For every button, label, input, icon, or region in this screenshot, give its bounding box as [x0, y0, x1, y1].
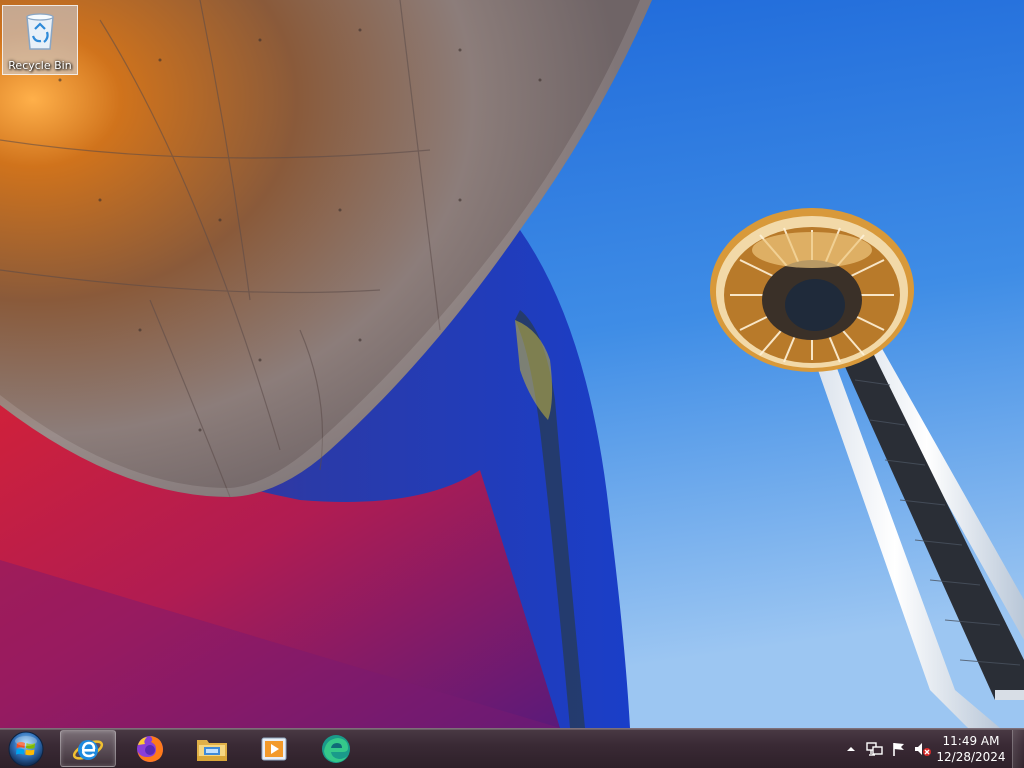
- desktop-icon-label: Recycle Bin: [8, 59, 72, 72]
- edge-icon: [322, 734, 350, 763]
- windows-orb-icon: [8, 731, 44, 767]
- taskbar-internet-explorer[interactable]: [60, 730, 116, 767]
- internet-explorer-icon: [72, 739, 104, 760]
- recycle-bin-icon: [18, 9, 62, 53]
- show-hidden-icons-button[interactable]: [842, 729, 860, 768]
- action-center-tray-button[interactable]: [888, 729, 910, 768]
- action-center-flag-icon: [893, 743, 904, 756]
- desktop-wallpaper: [0, 0, 1024, 728]
- firefox-icon: [137, 735, 163, 762]
- desktop-icon-recycle-bin[interactable]: Recycle Bin: [2, 5, 78, 75]
- taskbar: 11:49 AM 12/28/2024: [0, 728, 1024, 768]
- windows-explorer-icon: [197, 739, 227, 761]
- taskbar-firefox[interactable]: [122, 730, 178, 767]
- volume-muted-icon: [915, 743, 931, 756]
- taskbar-media-player[interactable]: [246, 730, 302, 767]
- clock-time: 11:49 AM: [942, 734, 1000, 748]
- media-player-icon: [261, 737, 287, 760]
- taskbar-edge[interactable]: [308, 730, 364, 767]
- show-hidden-icons-arrow-icon: [847, 747, 855, 751]
- taskbar-clock[interactable]: 11:49 AM 12/28/2024: [936, 733, 1006, 765]
- network-icon: [866, 742, 883, 756]
- space-needle-wallpaper: [0, 0, 1024, 728]
- start-button[interactable]: [6, 730, 46, 768]
- show-desktop-button[interactable]: [1012, 730, 1024, 768]
- volume-tray-button[interactable]: [912, 729, 934, 768]
- taskbar-windows-explorer[interactable]: [184, 730, 240, 767]
- network-tray-button[interactable]: [864, 729, 886, 768]
- clock-date: 12/28/2024: [936, 750, 1006, 764]
